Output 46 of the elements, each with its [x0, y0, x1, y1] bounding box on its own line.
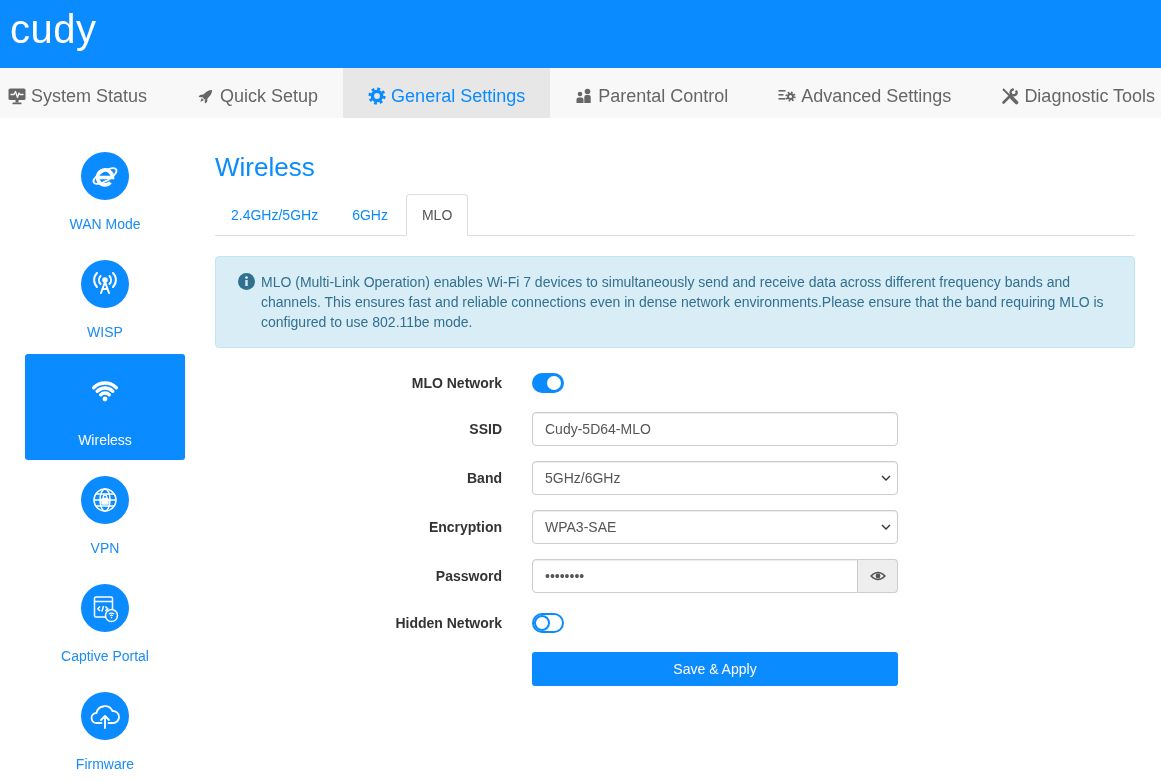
- monitor-pulse-icon: [8, 87, 26, 105]
- dropdown-field[interactable]: WPA3-SAE: [532, 510, 898, 544]
- users-icon: [575, 87, 594, 105]
- band-tab[interactable]: MLO: [405, 194, 469, 236]
- dropdown-field[interactable]: 5GHz/6GHz: [532, 461, 898, 495]
- sidebar-item[interactable]: WAN Mode: [25, 138, 185, 244]
- cloud-upload-icon: [81, 692, 129, 740]
- field-label: MLO Network: [410, 374, 502, 391]
- field-label: SSID: [468, 421, 502, 437]
- sidebar-item[interactable]: Captive Portal: [25, 570, 185, 676]
- eye-icon: [869, 571, 886, 581]
- browser-code-icon: [81, 584, 129, 632]
- chevron-down-icon: [881, 475, 891, 481]
- nav-tab[interactable]: Quick Setup: [172, 68, 344, 118]
- antenna-tower-icon: [81, 260, 129, 308]
- password-field[interactable]: ••••••••: [532, 559, 858, 593]
- show-password-button[interactable]: [858, 559, 898, 593]
- field-label: Encryption: [427, 519, 502, 535]
- globe-e-icon: [81, 152, 129, 200]
- nav-tab[interactable]: System Status: [0, 68, 173, 118]
- wifi-icon: [91, 381, 119, 403]
- sidebar-item[interactable]: Firmware: [25, 678, 185, 782]
- field-label: Band: [466, 470, 502, 486]
- brand-logo[interactable]: cudy: [10, 9, 97, 49]
- sidebar-item[interactable]: VPN: [25, 462, 185, 568]
- toggle-switch[interactable]: [532, 612, 564, 633]
- info-icon: [238, 273, 255, 290]
- settings-icon: [368, 87, 387, 105]
- field-label: Password: [434, 568, 502, 584]
- save-button[interactable]: Save & Apply: [532, 652, 898, 686]
- field-label: Hidden Network: [394, 614, 502, 631]
- globe-lock-icon: [81, 476, 129, 524]
- band-tab[interactable]: 2.4GHz/5GHz: [215, 194, 335, 236]
- page-title: Wireless: [215, 152, 316, 182]
- nav-tab[interactable]: Diagnostic Tools: [976, 68, 1161, 118]
- nav-tab[interactable]: General Settings: [343, 68, 551, 118]
- nav-tab[interactable]: Parental Control: [550, 68, 754, 118]
- alert-text: MLO (Multi-Link Operation) enables Wi-Fi 7 devices to simultaneously send and receive data across different frequency bands and channels. This ensures fast and reliable connections even in dense network environments.Please ensure that the band requiring MLO is configured to use 802.11be mode.: [261, 273, 1105, 332]
- sidebar-item[interactable]: WISP: [25, 246, 185, 352]
- text-field[interactable]: Cudy-5D64-MLO: [532, 412, 898, 446]
- sidebar-item[interactable]: Wireless: [25, 354, 185, 460]
- toggle-switch[interactable]: [532, 372, 564, 393]
- nav-tab[interactable]: Advanced Settings: [753, 68, 977, 118]
- chevron-down-icon: [881, 524, 891, 530]
- band-tab[interactable]: 6GHz: [336, 194, 404, 236]
- tools-icon: [1001, 87, 1020, 105]
